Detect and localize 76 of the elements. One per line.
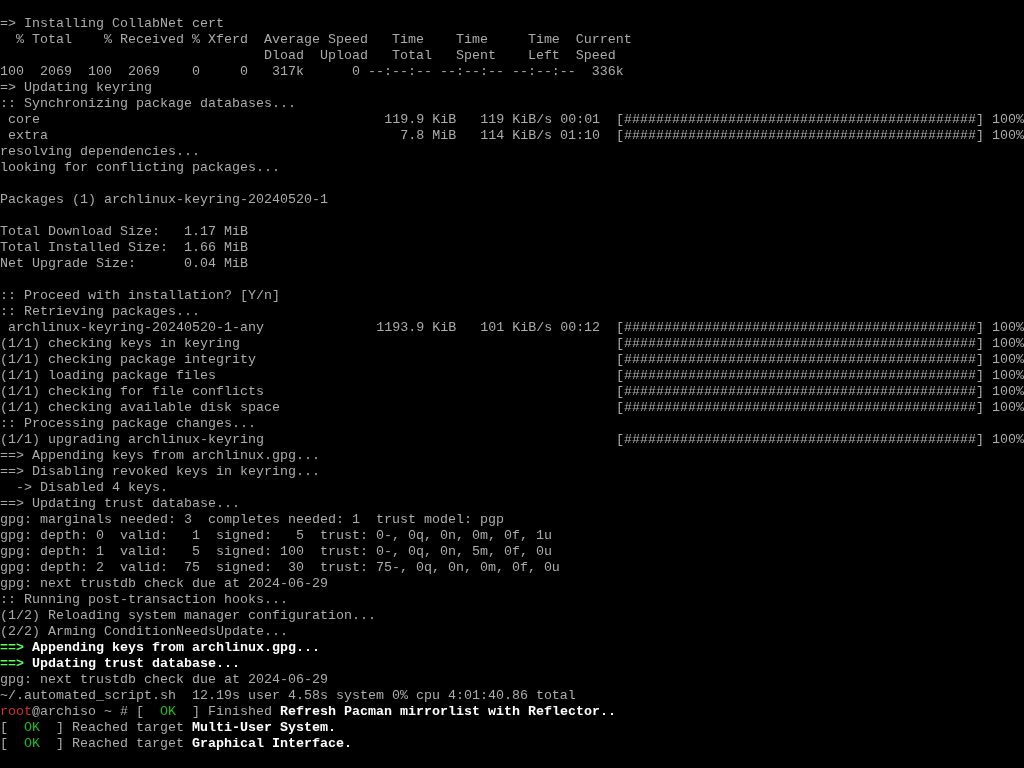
progress-hashes-text: [############################################]: [616, 352, 984, 368]
terminal-text: @archiso ~ # [: [32, 704, 145, 720]
progress-hashes-text: [############################################]: [616, 112, 984, 128]
terminal-text: ==>: [0, 640, 24, 656]
terminal-text: (1/1) checking for file conflicts: [0, 384, 265, 400]
terminal-text: [: [0, 736, 9, 752]
progress-percent: 100%: [992, 368, 1024, 384]
terminal-text: => Updating keyring: [0, 80, 152, 96]
transfer-stats: 7.8 MiB 114 KiB/s 01:10: [400, 128, 601, 144]
terminal-text: Multi-User System.: [191, 720, 336, 736]
progress-percent: 100%: [992, 352, 1024, 368]
terminal-text: (1/1) checking keys in keyring: [0, 336, 241, 352]
terminal-text: gpg: depth: 2 valid: 75 signed: 30 trust: 75-, 0q, 0n, 0m, 0f, 0u: [0, 560, 560, 576]
terminal-text: OK: [24, 736, 40, 752]
terminal-text: Total Download Size: 1.17 MiB: [0, 224, 248, 240]
progress-percent: 100%: [992, 336, 1024, 352]
progress-percent: 100%: [992, 112, 1024, 128]
progress-hashes-text: [############################################]: [616, 128, 984, 144]
terminal-text: archlinux-keyring-20240520-1-any: [7, 320, 265, 336]
terminal-text: core: [7, 112, 41, 128]
terminal-text: (1/1) checking available disk space: [0, 400, 281, 416]
terminal-text: ==>: [0, 656, 24, 672]
terminal-text: ~/.automated_script.sh 12.19s user 4.58s system 0% cpu 4:01:40.86 total: [0, 688, 576, 704]
terminal-text: :: Synchronizing package databases...: [0, 96, 296, 112]
terminal-text: % Total % Received % Xferd Average Speed Time Time Time Current: [15, 32, 632, 48]
progress-hashes-text: [############################################]: [616, 336, 984, 352]
terminal-text: gpg: marginals needed: 3 completes needed: 1 trust model: pgp: [0, 512, 504, 528]
terminal-text: ==> Appending keys from archlinux.gpg...: [0, 448, 320, 464]
terminal-text: :: Running post-transaction hooks...: [0, 592, 288, 608]
terminal-text: Updating trust database...: [31, 656, 240, 672]
progress-percent: 100%: [992, 128, 1024, 144]
terminal-text: resolving dependencies...: [0, 144, 200, 160]
progress-percent: 100%: [992, 320, 1024, 336]
progress-percent: 100%: [992, 384, 1024, 400]
terminal-text: (1/1) upgrading archlinux-keyring: [0, 432, 265, 448]
terminal-text: gpg: next trustdb check due at 2024-06-29: [0, 576, 328, 592]
terminal-text: OK: [160, 704, 176, 720]
terminal-text: Total Installed Size: 1.66 MiB: [0, 240, 248, 256]
progress-hashes-text: [############################################]: [616, 400, 984, 416]
terminal-text: => Installing CollabNet cert: [0, 16, 224, 32]
progress-hashes-text: [############################################]: [616, 384, 984, 400]
terminal-text: extra: [7, 128, 49, 144]
terminal-text: (2/2) Arming ConditionNeedsUpdate...: [0, 624, 288, 640]
progress-hashes-text: [############################################]: [616, 320, 984, 336]
terminal-text: (1/2) Reloading system manager configuration...: [0, 608, 376, 624]
terminal-text: ] Finished: [190, 704, 273, 720]
terminal-text: ] Reached target: [55, 736, 185, 752]
terminal-text: OK: [24, 720, 40, 736]
terminal-text: Graphical Interface.: [191, 736, 352, 752]
progress-hashes-text: [############################################]: [616, 368, 984, 384]
transfer-stats: 1193.9 KiB 101 KiB/s 00:12: [376, 320, 601, 336]
terminal-text: looking for conflicting packages...: [0, 160, 280, 176]
terminal-text: Appending keys from archlinux.gpg...: [31, 640, 320, 656]
terminal-text: gpg: depth: 1 valid: 5 signed: 100 trust: 0-, 0q, 0n, 5m, 0f, 0u: [0, 544, 552, 560]
terminal-text: root: [0, 704, 32, 720]
terminal-text: ==> Disabling revoked keys in keyring...: [0, 464, 320, 480]
progress-percent: 100%: [992, 400, 1024, 416]
terminal-text: -> Disabled 4 keys.: [15, 480, 168, 496]
terminal-text: (1/1) checking package integrity: [0, 352, 257, 368]
terminal-text: ] Reached target: [55, 720, 185, 736]
terminal-text: Dload Upload Total Spent Left Speed: [262, 48, 616, 64]
terminal-text: 100 2069 100 2069 0 0 317k 0 --:--:-- --:--:-- --:--:-- 336k: [0, 64, 624, 80]
terminal-text: :: Processing package changes...: [0, 416, 256, 432]
terminal-text: (1/1) loading package files: [0, 368, 217, 384]
terminal-text: Refresh Pacman mirrorlist with Reflector..: [279, 704, 616, 720]
terminal-text: Net Upgrade Size: 0.04 MiB: [0, 256, 248, 272]
progress-hashes-text: [############################################]: [616, 432, 984, 448]
progress-percent: 100%: [992, 432, 1024, 448]
terminal-text: ==> Updating trust database...: [0, 496, 240, 512]
terminal-text: gpg: depth: 0 valid: 1 signed: 5 trust: 0-, 0q, 0n, 0m, 0f, 1u: [0, 528, 552, 544]
terminal-text: :: Proceed with installation? [Y/n]: [0, 288, 280, 304]
terminal-text: Packages (1) archlinux-keyring-20240520-1: [0, 192, 328, 208]
transfer-stats: 119.9 KiB 119 KiB/s 00:01: [384, 112, 601, 128]
terminal-text: [: [0, 720, 9, 736]
terminal-text: gpg: next trustdb check due at 2024-06-29: [0, 672, 328, 688]
terminal-text: :: Retrieving packages...: [0, 304, 200, 320]
